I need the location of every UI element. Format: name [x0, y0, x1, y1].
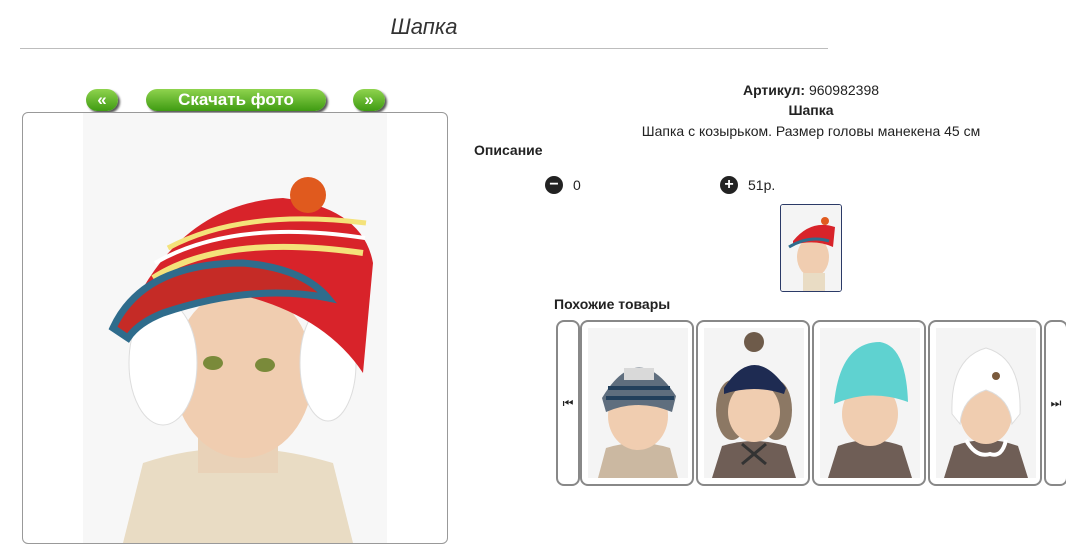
price-value: 51р.	[748, 177, 776, 193]
quantity-control: − 0	[545, 176, 581, 194]
skip-back-icon: ⏮	[562, 395, 574, 410]
minus-circle-icon[interactable]: −	[545, 176, 563, 194]
similar-first-button[interactable]: ⏮	[556, 320, 580, 486]
next-photo-button[interactable]: »	[353, 89, 385, 111]
main-product-photo	[83, 113, 387, 543]
thumbnail-image	[781, 205, 841, 291]
download-photo-button[interactable]: Скачать фото	[146, 89, 326, 111]
similar-item-4[interactable]	[928, 320, 1042, 486]
plus-circle-icon[interactable]: +	[720, 176, 738, 194]
similar-item-2[interactable]	[696, 320, 810, 486]
article-value: 960982398	[808, 82, 880, 98]
similar-item-image	[820, 328, 920, 478]
similar-item-image	[936, 328, 1036, 478]
similar-products-title: Похожие товары	[554, 296, 671, 312]
prev-photo-button[interactable]: «	[86, 89, 118, 111]
product-name: Шапка	[788, 102, 834, 118]
article-row: Артикул: 960982398	[470, 82, 1066, 98]
similar-item-3[interactable]	[812, 320, 926, 486]
photo-thumbnail[interactable]	[780, 204, 842, 292]
article-label: Артикул:	[742, 82, 806, 98]
product-description: Шапка с козырьком. Размер головы манекен…	[641, 123, 981, 139]
description-label: Описание	[474, 142, 543, 158]
similar-item-image	[588, 328, 688, 478]
page-title: Шапка	[20, 14, 828, 49]
similar-item-image	[704, 328, 804, 478]
quantity-value: 0	[573, 177, 581, 193]
similar-last-button[interactable]: ⏭	[1044, 320, 1066, 486]
skip-forward-icon: ⏭	[1050, 395, 1062, 410]
similar-item-1[interactable]	[580, 320, 694, 486]
main-photo-frame	[22, 112, 448, 544]
price-control: + 51р.	[720, 176, 775, 194]
